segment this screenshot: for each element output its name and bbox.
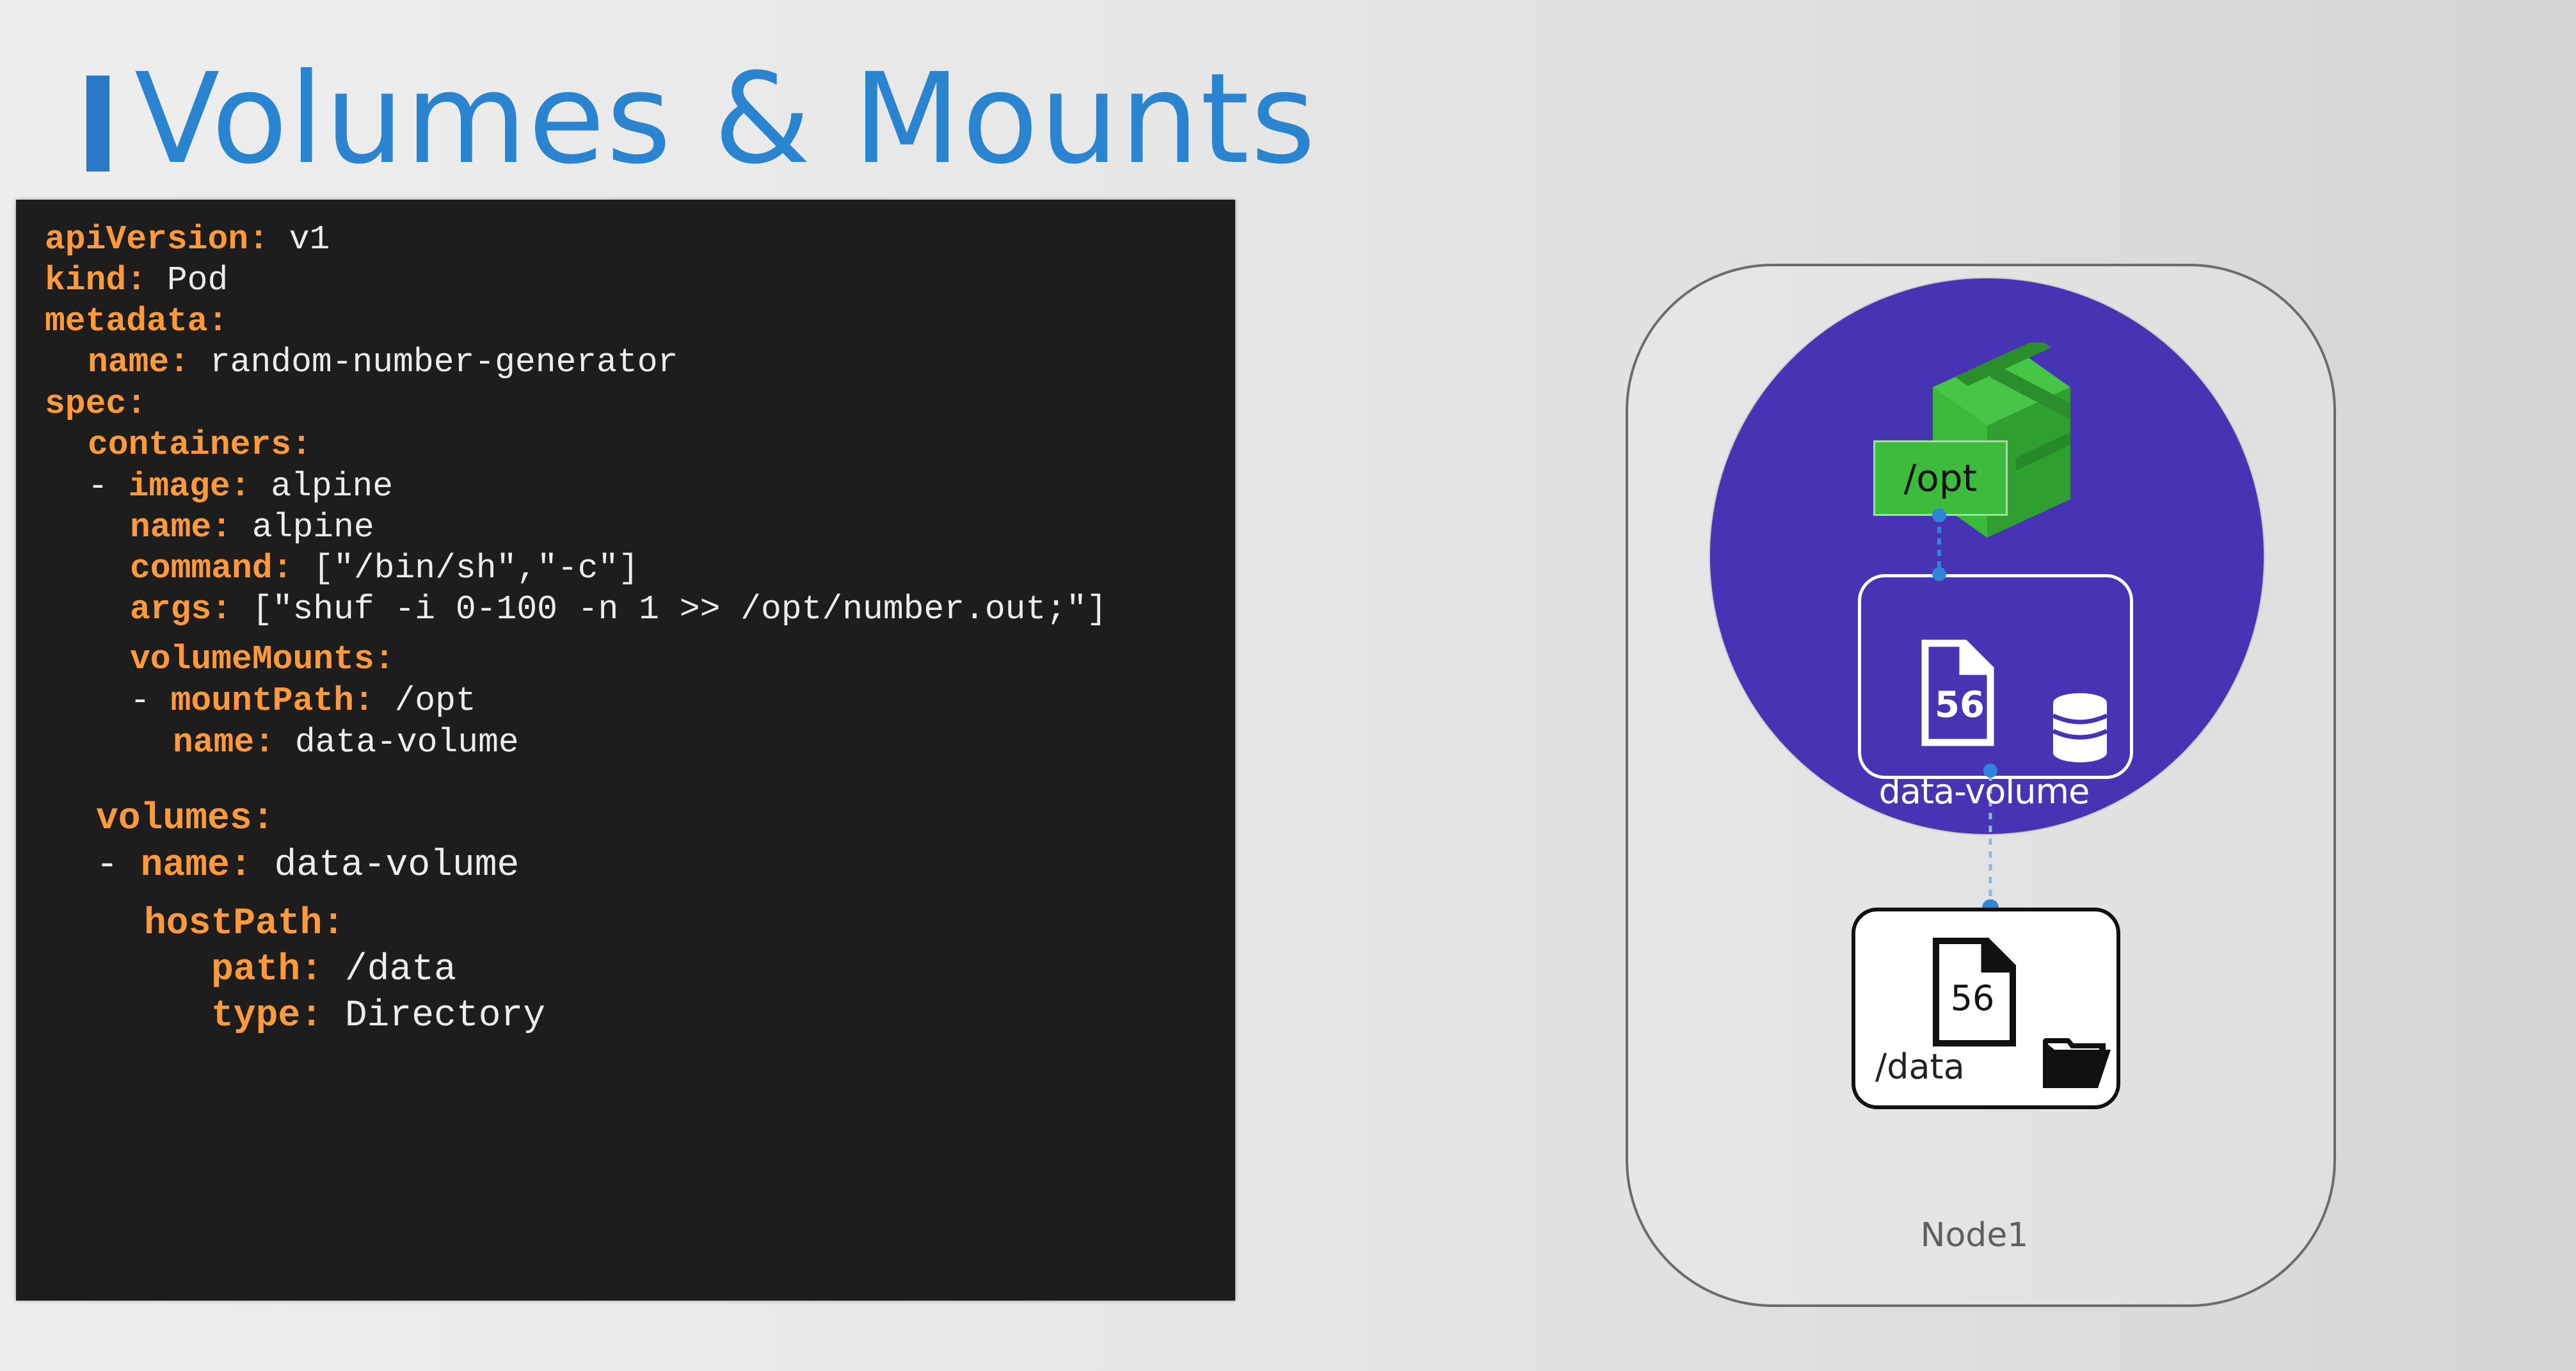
yaml-key: metadata [45, 302, 208, 341]
code-line-volume-name: - name: data-volume [96, 845, 520, 886]
yaml-key: spec [45, 385, 127, 423]
yaml-key: args [130, 590, 212, 629]
code-line-kind: kind: Pod [45, 261, 228, 300]
code-line-volumes: volumes: [96, 798, 275, 840]
code-line-image: - image: alpine [88, 467, 394, 506]
yaml-key: apiVersion [45, 220, 249, 259]
volume-name-label: data-volume [1878, 771, 2090, 812]
volume-box [1858, 574, 2133, 779]
yaml-key: name [173, 723, 255, 762]
code-line-args: args: ["shuf -i 0-100 -n 1 >> /opt/numbe… [130, 590, 1107, 629]
code-line-hostpath: hostPath: [144, 903, 345, 945]
yaml-value: data-volume [274, 845, 520, 886]
yaml-key: mountPath [170, 682, 354, 720]
host-path-label: /data [1875, 1046, 1965, 1087]
yaml-key: containers [88, 426, 292, 464]
code-line-metadata: metadata: [45, 302, 228, 341]
yaml-key: kind [45, 261, 127, 300]
code-line-path: path: /data [211, 949, 456, 991]
yaml-value: ["shuf -i 0-100 -n 1 >> /opt/number.out;… [252, 590, 1107, 629]
yaml-value: alpine [271, 467, 394, 506]
code-line-container-name: name: alpine [130, 508, 374, 547]
code-line-apiversion: apiVersion: v1 [45, 220, 330, 259]
yaml-value: random-number-generator [209, 343, 678, 381]
yaml-value: /opt [394, 682, 476, 720]
node-label: Node1 [1920, 1216, 2029, 1255]
code-line-command: command: ["/bin/sh","-c"] [130, 549, 639, 588]
yaml-value: Pod [166, 261, 228, 300]
yaml-value: v1 [289, 220, 330, 259]
yaml-key: name [140, 845, 230, 886]
yaml-value: data-volume [294, 723, 519, 762]
code-line-metadata-name: name: random-number-generator [88, 343, 678, 381]
yaml-code-panel: apiVersion: v1 kind: Pod metadata: name:… [16, 200, 1235, 1301]
code-line-volumemounts: volumeMounts: [130, 640, 395, 678]
yaml-key: image [128, 467, 230, 506]
code-line-spec: spec: [45, 385, 147, 423]
yaml-key: name [130, 508, 212, 547]
code-line-mount-name: name: data-volume [173, 723, 519, 762]
container-mount-label: /opt [1873, 440, 2008, 516]
yaml-key: type [211, 995, 301, 1037]
yaml-key: volumeMounts [130, 640, 374, 678]
yaml-key: path [211, 949, 301, 991]
yaml-value: /data [344, 949, 456, 991]
yaml-value: alpine [252, 508, 374, 547]
yaml-key: hostPath [144, 903, 323, 945]
slide-title: Volumes & Mounts [134, 46, 1317, 191]
code-line-containers: containers: [88, 426, 312, 464]
title-accent-bar [86, 76, 109, 172]
yaml-value: Directory [344, 995, 546, 1037]
yaml-key: command [130, 549, 273, 588]
yaml-key: volumes [96, 798, 252, 840]
yaml-value: ["/bin/sh","-c"] [313, 549, 639, 588]
code-line-type: type: Directory [211, 995, 546, 1037]
yaml-key: name [88, 343, 170, 381]
code-line-mountpath: - mountPath: /opt [130, 682, 476, 720]
